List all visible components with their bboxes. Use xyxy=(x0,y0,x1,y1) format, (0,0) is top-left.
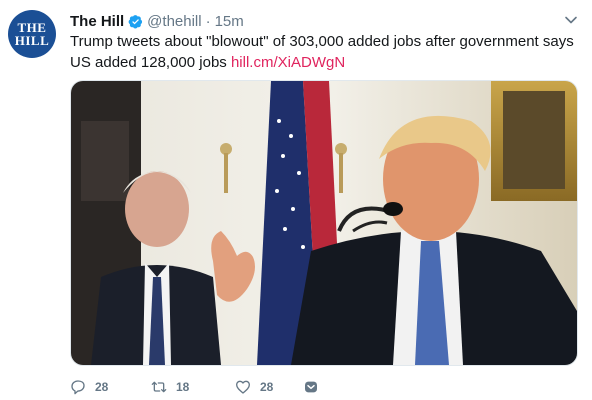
avatar[interactable]: THE HILL xyxy=(8,10,56,58)
tweet-actions: 28 18 28 xyxy=(70,377,328,397)
retweet-count: 18 xyxy=(176,380,190,394)
separator-dot: · xyxy=(205,12,211,30)
reply-count: 28 xyxy=(95,380,109,394)
like-count: 28 xyxy=(260,380,274,394)
tweet-text: Trump tweets about "blowout" of 303,000 … xyxy=(70,31,580,73)
photo-illustration xyxy=(71,81,577,365)
direct-message-button[interactable] xyxy=(303,379,328,395)
tweet-link[interactable]: hill.cm/XiADWgN xyxy=(231,54,345,71)
chevron-down-icon[interactable] xyxy=(564,13,578,27)
reply-icon xyxy=(71,380,85,395)
heart-icon xyxy=(236,380,250,394)
tweet-media-photo[interactable] xyxy=(70,80,578,366)
reply-button[interactable]: 28 xyxy=(70,379,130,395)
tweet-header: The Hill @thehill · 15m xyxy=(70,11,572,31)
avatar-text-line2: HILL xyxy=(14,33,50,48)
verified-badge-icon xyxy=(128,14,143,29)
display-name[interactable]: The Hill xyxy=(70,13,124,30)
timestamp[interactable]: 15m xyxy=(215,13,244,30)
direct-message-icon xyxy=(305,381,317,393)
retweet-icon xyxy=(151,381,167,393)
handle[interactable]: @thehill xyxy=(147,13,201,30)
tweet[interactable]: THE HILL The Hill @thehill · 15m Trump t… xyxy=(0,0,592,400)
like-button[interactable]: 28 xyxy=(235,379,295,395)
retweet-button[interactable]: 18 xyxy=(151,379,223,395)
